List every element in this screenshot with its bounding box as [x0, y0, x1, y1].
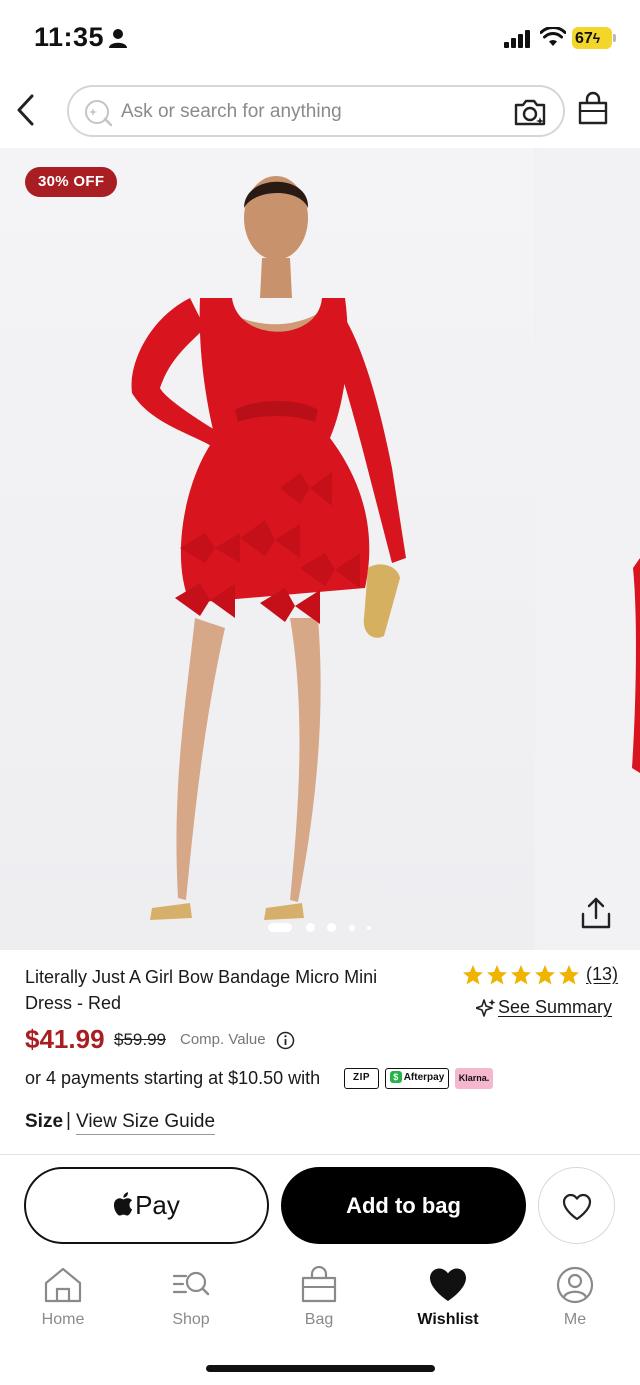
- sparkle-ai-icon: [476, 999, 496, 1017]
- info-icon[interactable]: [276, 1031, 295, 1050]
- see-summary-link[interactable]: See Summary: [498, 997, 612, 1018]
- tab-label: Wishlist: [417, 1311, 479, 1328]
- tab-label: Home: [41, 1311, 85, 1328]
- original-price: $59.99: [114, 1030, 166, 1049]
- afterpay-mark-icon: $: [389, 1071, 402, 1084]
- rating-count[interactable]: (13): [586, 964, 618, 985]
- ai-search-icon: [85, 100, 113, 127]
- discount-badge: 30% OFF: [25, 167, 118, 197]
- pagination-dot-active[interactable]: [268, 923, 292, 932]
- model-photo-illustration: [131, 176, 406, 920]
- installments-text: or 4 payments starting at $10.50 with: [25, 1068, 321, 1088]
- status-time: 11:35: [34, 22, 105, 52]
- pagination-dot[interactable]: [367, 925, 371, 930]
- status-bar: 11:35 67ϟ: [0, 0, 640, 72]
- tab-shop[interactable]: Shop: [141, 1262, 241, 1334]
- product-image-gallery[interactable]: 30% OFF: [0, 148, 640, 950]
- section-divider: [0, 1154, 640, 1155]
- star-icon: [487, 965, 507, 985]
- tab-bag[interactable]: Bag: [269, 1262, 369, 1334]
- apple-pay-label: Pay: [135, 1190, 180, 1220]
- cellular-signal-icon: [504, 30, 530, 48]
- star-icon: [535, 965, 555, 985]
- afterpay-label: Afterpay: [403, 1072, 445, 1083]
- view-size-guide-link[interactable]: View Size Guide: [76, 1111, 216, 1135]
- apple-pay-content: Pay: [26, 1169, 267, 1242]
- tab-label: Me: [563, 1311, 587, 1328]
- rating-stars[interactable]: [462, 964, 582, 986]
- size-separator: |: [66, 1110, 71, 1131]
- product-title: Literally Just A Girl Bow Bandage Micro …: [25, 967, 378, 1013]
- tab-label: Bag: [304, 1311, 334, 1328]
- sale-price: $41.99: [25, 1024, 105, 1054]
- star-half-icon: [559, 965, 579, 985]
- wifi-icon: [540, 27, 566, 46]
- star-icon: [511, 965, 531, 985]
- size-label: Size: [25, 1111, 64, 1132]
- shop-search-icon: [172, 1271, 210, 1296]
- search-bar[interactable]: Ask or search for anything: [67, 85, 565, 137]
- charging-bolt-icon: ϟ: [592, 30, 601, 46]
- product-photo[interactable]: 30% OFF: [0, 148, 534, 950]
- profile-icon: [556, 1266, 594, 1304]
- pagination-dot[interactable]: [306, 923, 315, 932]
- person-icon: [109, 29, 127, 48]
- tab-wishlist[interactable]: Wishlist: [398, 1262, 498, 1334]
- apple-pay-button[interactable]: Pay: [24, 1167, 269, 1244]
- apple-logo-icon: [114, 1191, 133, 1216]
- home-indicator[interactable]: [206, 1365, 435, 1372]
- next-product-photo[interactable]: [538, 148, 640, 950]
- battery-indicator: 67ϟ: [572, 27, 616, 49]
- klarna-logo[interactable]: Klarna.: [455, 1068, 493, 1089]
- pagination-dot[interactable]: [327, 923, 336, 932]
- camera-search-icon[interactable]: [513, 97, 547, 127]
- top-header: Ask or search for anything: [0, 82, 640, 140]
- back-chevron-icon[interactable]: [12, 92, 42, 128]
- home-icon: [44, 1267, 82, 1303]
- pagination-dot[interactable]: [349, 924, 355, 931]
- heart-outline-icon: [562, 1193, 592, 1221]
- shopping-bag-icon[interactable]: [576, 91, 610, 127]
- tab-home[interactable]: Home: [13, 1262, 113, 1334]
- search-input[interactable]: Ask or search for anything: [121, 101, 342, 123]
- battery-level: 67: [575, 30, 593, 47]
- bottom-tab-bar: Home Shop Bag Wishlist Me: [0, 1262, 640, 1342]
- bag-icon: [301, 1266, 337, 1303]
- afterpay-logo[interactable]: $ Afterpay: [385, 1068, 449, 1089]
- share-icon[interactable]: [578, 895, 614, 931]
- zip-logo[interactable]: ZIP: [344, 1068, 379, 1089]
- star-icon: [463, 965, 483, 985]
- tab-label: Shop: [172, 1311, 210, 1328]
- heart-icon: [430, 1268, 466, 1301]
- tab-me[interactable]: Me: [525, 1262, 625, 1334]
- wishlist-button[interactable]: [538, 1167, 615, 1244]
- next-photo-illustration: [632, 558, 640, 773]
- add-to-bag-button[interactable]: Add to bag: [281, 1167, 526, 1244]
- comp-value-label: Comp. Value: [180, 1031, 266, 1048]
